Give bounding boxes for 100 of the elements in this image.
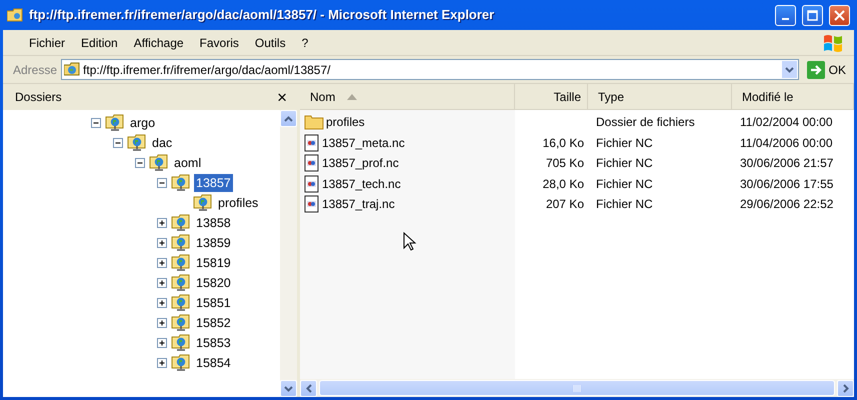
menu-item[interactable]: Affichage: [126, 32, 192, 54]
expand-icon[interactable]: [157, 238, 168, 248]
file-name[interactable]: profiles: [326, 113, 365, 132]
expand-icon[interactable]: [157, 298, 168, 308]
mouse-pointer-icon: [403, 232, 417, 252]
left-chevron-icon: [306, 384, 312, 392]
modified-date: 11/04/2006 00:00: [740, 134, 833, 152]
column-header[interactable]: Modifié le: [732, 84, 854, 109]
file-type: Fichier NC: [596, 155, 653, 172]
collapse-icon[interactable]: [157, 178, 168, 188]
file-type: Fichier NC: [596, 134, 653, 152]
vertical-scrollbar[interactable]: [280, 110, 297, 397]
column-header[interactable]: Taille: [515, 84, 588, 109]
folder-globe-icon: [171, 354, 191, 372]
expand-icon[interactable]: [157, 358, 168, 368]
horizontal-scrollbar[interactable]: [300, 379, 854, 397]
scroll-thumb[interactable]: [319, 380, 835, 396]
folder-globe-icon: [105, 114, 125, 132]
close-button[interactable]: [829, 4, 850, 26]
folder-globe-icon: [149, 154, 169, 172]
menu-item[interactable]: Edition: [73, 32, 126, 54]
expand-icon[interactable]: [157, 338, 168, 348]
modified-date: 30/06/2006 17:55: [740, 176, 834, 193]
tree-item[interactable]: 15852: [194, 314, 233, 332]
file-name[interactable]: 13857_traj.nc: [322, 195, 395, 214]
expand-icon[interactable]: [157, 318, 168, 328]
window-title: ftp://ftp.ifremer.fr/ifremer/argo/dac/aoml/13857/ - Microsoft Internet Explorer: [29, 6, 496, 24]
modified-date: 29/06/2006 22:52: [740, 196, 834, 214]
up-chevron-icon: [284, 116, 293, 122]
folder-globe-icon: [193, 194, 213, 212]
address-label: Adresse: [13, 62, 58, 78]
file-type: Fichier NC: [596, 176, 653, 193]
file-size: 705 Ko: [546, 155, 584, 172]
file-icon: [304, 134, 320, 152]
modified-date: 11/02/2004 00:00: [740, 114, 833, 132]
file-name[interactable]: 13857_prof.nc: [322, 154, 399, 172]
collapse-icon[interactable]: [91, 118, 102, 128]
collapse-icon[interactable]: [113, 138, 124, 148]
four-color-flag-icon: [822, 32, 844, 52]
file-type: Fichier NC: [596, 196, 653, 214]
folder-globe-icon: [127, 134, 147, 152]
folder-globe-icon: [171, 334, 191, 352]
folder-globe-icon: [171, 294, 191, 312]
modified-date: 30/06/2006 21:57: [740, 155, 834, 172]
scroll-up-button[interactable]: [280, 110, 297, 127]
right-chevron-icon: [842, 384, 848, 392]
file-name[interactable]: 13857_tech.nc: [322, 174, 401, 193]
menu-item[interactable]: Favoris: [192, 32, 247, 54]
down-chevron-icon: [284, 386, 293, 392]
maximize-icon: [807, 10, 818, 20]
address-field[interactable]: ftp://ftp.ifremer.fr/ifremer/argo/dac/aoml/13857/: [61, 59, 799, 80]
menu-item[interactable]: Fichier: [21, 32, 74, 54]
file-name[interactable]: 13857_meta.nc: [322, 134, 405, 152]
expand-icon[interactable]: [157, 218, 168, 228]
close-icon: [834, 10, 845, 20]
file-type: Dossier de fichiers: [596, 114, 695, 132]
column-header[interactable]: Nom: [300, 84, 515, 109]
tree-item[interactable]: 15820: [194, 274, 233, 292]
minimize-icon: [782, 18, 789, 20]
tree-item[interactable]: dac: [150, 134, 174, 152]
file-size: 207 Ko: [546, 196, 584, 214]
tree-item[interactable]: 15851: [194, 294, 233, 312]
expand-icon[interactable]: [157, 258, 168, 268]
column-header[interactable]: Type: [588, 84, 732, 109]
tree-item[interactable]: 13858: [194, 214, 233, 232]
go-button[interactable]: OK: [802, 60, 850, 78]
tree-item[interactable]: 13859: [194, 234, 233, 252]
file-icon: [304, 154, 320, 172]
file-size: 16,0 Ko: [542, 134, 584, 152]
folder-globe-icon: [64, 62, 80, 78]
folder-icon: [304, 114, 324, 130]
tree-item[interactable]: 15853: [194, 334, 233, 352]
menu-item[interactable]: ?: [294, 32, 316, 54]
file-icon: [304, 174, 320, 193]
menu-item[interactable]: Outils: [246, 32, 294, 54]
expand-icon[interactable]: [157, 278, 168, 288]
file-size: 28,0 Ko: [542, 176, 584, 193]
pane-title: Dossiers: [15, 89, 62, 106]
tree-item[interactable]: argo: [128, 114, 158, 132]
file-icon: [304, 195, 320, 214]
tree-item[interactable]: 15819: [194, 254, 233, 272]
scroll-down-button[interactable]: [280, 380, 297, 397]
folder-globe-icon: [171, 214, 191, 232]
folder-globe-icon: [171, 174, 191, 192]
tree-item[interactable]: profiles: [216, 194, 260, 212]
collapse-icon[interactable]: [135, 158, 146, 168]
close-button[interactable]: ×: [275, 88, 289, 106]
dropdown-icon[interactable]: [780, 60, 798, 79]
folder-globe-icon: [171, 274, 191, 292]
tree-item[interactable]: aoml: [172, 154, 204, 172]
maximize-button[interactable]: [802, 4, 823, 26]
minimize-button[interactable]: [775, 4, 796, 26]
folder-globe-icon: [171, 254, 191, 272]
scroll-left-button[interactable]: [300, 380, 317, 396]
tree-item[interactable]: 13857: [194, 174, 233, 192]
folder-globe-icon: [7, 8, 23, 22]
tree-item[interactable]: 15854: [194, 354, 233, 372]
folder-globe-icon: [171, 234, 191, 252]
folder-globe-icon: [171, 314, 191, 332]
scroll-right-button[interactable]: [837, 380, 854, 396]
